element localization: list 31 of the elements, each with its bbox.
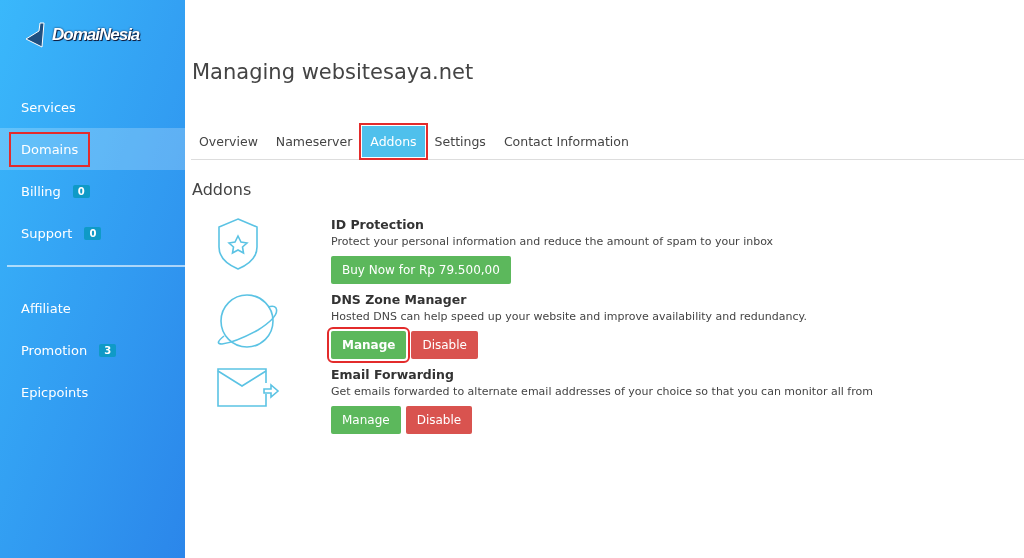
count-badge: 0 [72,184,90,198]
addon-description: Get emails forwarded to alternate email addresses of your choice so that you can monitor all from [331,385,873,398]
tab[interactable]: Nameserver [267,126,361,157]
sidebar-item[interactable]: Domains [9,131,91,167]
addon-name: Email Forwarding [331,367,455,382]
logo-text: DomaiNesia [52,25,140,45]
sidebar-item[interactable]: Affiliate [9,290,83,326]
count-badge: 0 [84,226,102,240]
tab[interactable]: Overview [191,126,266,157]
sidebar-item[interactable]: Promotion [9,332,100,368]
shield-star-icon [216,217,260,271]
count-badge: 3 [99,343,117,357]
tab[interactable]: Addons [362,126,425,157]
action-button[interactable]: Buy Now for Rp 79.500,00 [331,256,511,284]
sidebar-item[interactable]: Support [9,215,85,251]
sidebar-item[interactable]: Services [9,89,88,125]
envelope-arrow-icon [216,367,280,409]
addon-description: Hosted DNS can help speed up your website and improve availability and redundancy. [331,310,807,323]
tab[interactable]: Contact Information [495,126,637,157]
addon-name: DNS Zone Manager [331,292,468,307]
page-title: Managing websitesaya.net [192,60,475,84]
planet-icon [216,292,278,350]
addon-name: ID Protection [331,217,425,232]
disable-button[interactable]: Disable [405,406,473,434]
addon-description: Protect your personal information and reduce the amount of spam to your inbox [331,235,774,248]
action-button[interactable]: Manage [331,406,401,434]
sidebar-item[interactable]: Billing [9,173,73,209]
section-title: Addons [192,180,253,199]
tab[interactable]: Settings [426,126,494,157]
sidebar-item[interactable]: Epicpoints [9,374,101,410]
disable-button[interactable]: Disable [411,331,478,359]
